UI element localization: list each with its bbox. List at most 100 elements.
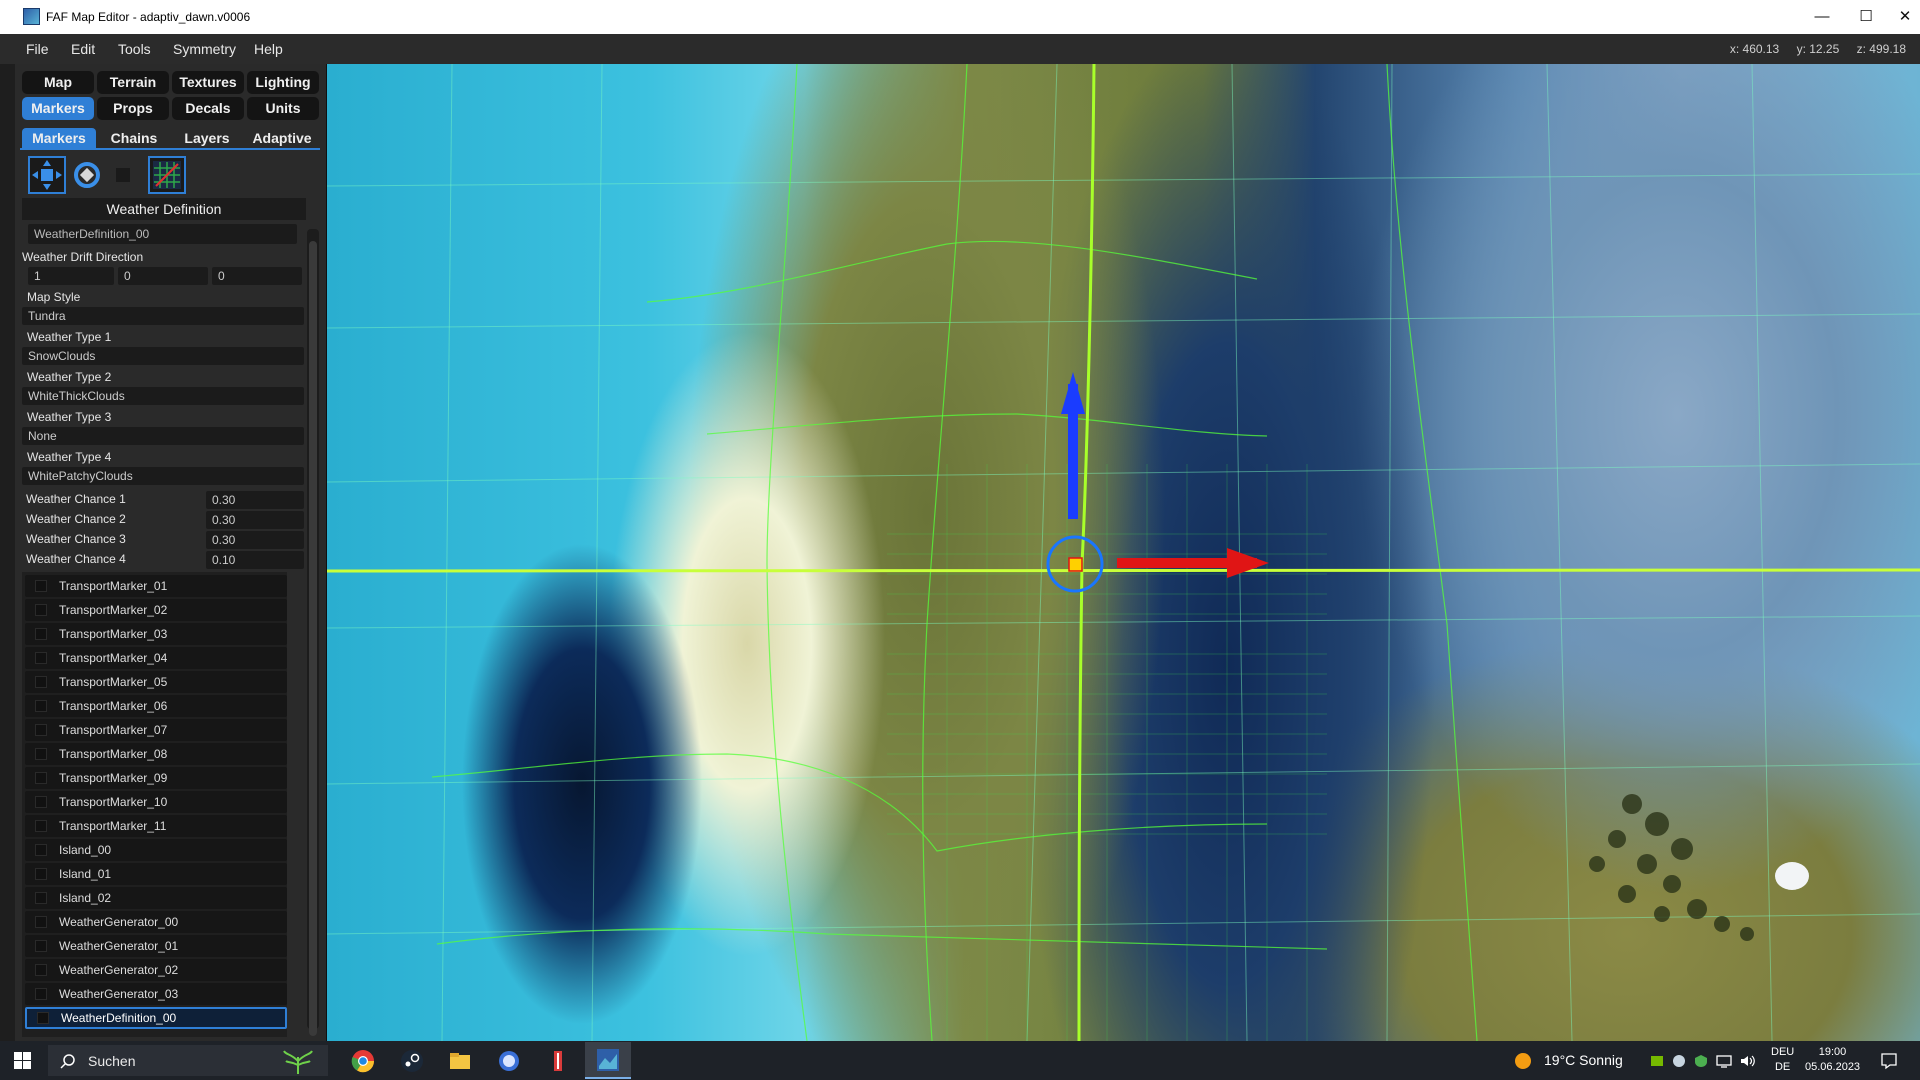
- panel-scrollbar[interactable]: [307, 229, 319, 1036]
- list-item[interactable]: TransportMarker_07: [25, 719, 287, 741]
- steam-icon[interactable]: [400, 1049, 424, 1073]
- list-item[interactable]: WeatherGenerator_00: [25, 911, 287, 933]
- subtab-markers[interactable]: Markers: [22, 128, 96, 148]
- visibility-checkbox[interactable]: [35, 724, 47, 736]
- app-circle-icon[interactable]: [497, 1049, 521, 1073]
- selected-marker[interactable]: [1068, 557, 1083, 572]
- grid-snap-button[interactable]: [148, 156, 186, 194]
- nvidia-icon[interactable]: [1650, 1054, 1664, 1068]
- network-icon[interactable]: [1716, 1054, 1732, 1068]
- weather-type-2-label: Weather Type 2: [27, 370, 112, 384]
- faf-editor-taskbar-button[interactable]: [585, 1042, 631, 1079]
- visibility-checkbox[interactable]: [35, 820, 47, 832]
- visibility-checkbox[interactable]: [37, 1012, 49, 1024]
- rotate-tool-button[interactable]: [68, 156, 106, 194]
- windows-start-icon[interactable]: [14, 1052, 31, 1069]
- move-tool-button[interactable]: [28, 156, 66, 194]
- menu-tools[interactable]: Tools: [118, 41, 151, 57]
- visibility-checkbox[interactable]: [35, 940, 47, 952]
- notification-icon[interactable]: [1880, 1052, 1898, 1070]
- weather-generator-sphere[interactable]: [1775, 862, 1809, 890]
- visibility-checkbox[interactable]: [35, 892, 47, 904]
- security-tray-icon[interactable]: [1694, 1054, 1708, 1068]
- tab-map[interactable]: Map: [22, 71, 94, 94]
- scale-tool-button[interactable]: [108, 156, 146, 194]
- list-item[interactable]: TransportMarker_01: [25, 575, 287, 597]
- tab-props[interactable]: Props: [97, 97, 169, 120]
- weather-type-4-select[interactable]: WhitePatchyClouds: [22, 467, 304, 485]
- weather-chance-4-field[interactable]: 0.10: [206, 551, 304, 569]
- drift-y-field[interactable]: 0: [118, 267, 208, 285]
- taskbar-search[interactable]: Suchen: [48, 1045, 328, 1076]
- weather-type-1-select[interactable]: SnowClouds: [22, 347, 304, 365]
- list-item[interactable]: WeatherGenerator_01: [25, 935, 287, 957]
- visibility-checkbox[interactable]: [35, 868, 47, 880]
- close-button[interactable]: ✕: [1890, 4, 1920, 30]
- list-item[interactable]: TransportMarker_09: [25, 767, 287, 789]
- tab-markers[interactable]: Markers: [22, 97, 94, 120]
- list-item[interactable]: TransportMarker_04: [25, 647, 287, 669]
- subtab-layers[interactable]: Layers: [170, 128, 244, 148]
- list-item[interactable]: WeatherGenerator_02: [25, 959, 287, 981]
- drift-z-field[interactable]: 0: [212, 267, 302, 285]
- list-item[interactable]: TransportMarker_02: [25, 599, 287, 621]
- tab-decals[interactable]: Decals: [172, 97, 244, 120]
- menu-edit[interactable]: Edit: [71, 41, 95, 57]
- list-item[interactable]: TransportMarker_03: [25, 623, 287, 645]
- list-item[interactable]: Island_02: [25, 887, 287, 909]
- chrome-icon[interactable]: [351, 1049, 375, 1073]
- weather-name-field[interactable]: WeatherDefinition_00: [28, 224, 297, 244]
- app-red-icon[interactable]: [546, 1049, 570, 1073]
- weather-chance-2-field[interactable]: 0.30: [206, 511, 304, 529]
- visibility-checkbox[interactable]: [35, 700, 47, 712]
- input-language[interactable]: DEU DE: [1771, 1045, 1794, 1075]
- list-item[interactable]: Island_01: [25, 863, 287, 885]
- visibility-checkbox[interactable]: [35, 964, 47, 976]
- menu-file[interactable]: File: [26, 41, 49, 57]
- visibility-checkbox[interactable]: [35, 676, 47, 688]
- weather-type-3-select[interactable]: None: [22, 427, 304, 445]
- weather-type-2-select[interactable]: WhiteThickClouds: [22, 387, 304, 405]
- steam-tray-icon[interactable]: [1672, 1054, 1686, 1068]
- weather-widget[interactable]: 19°C Sonnig: [1544, 1052, 1623, 1068]
- map-style-select[interactable]: Tundra: [22, 307, 304, 325]
- visibility-checkbox[interactable]: [35, 748, 47, 760]
- visibility-checkbox[interactable]: [35, 772, 47, 784]
- drift-x-field[interactable]: 1: [28, 267, 114, 285]
- weather-chance-3-field[interactable]: 0.30: [206, 531, 304, 549]
- visibility-checkbox[interactable]: [35, 580, 47, 592]
- visibility-checkbox[interactable]: [35, 988, 47, 1000]
- list-item-selected[interactable]: WeatherDefinition_00: [25, 1007, 287, 1029]
- weather-chance-1-field[interactable]: 0.30: [206, 491, 304, 509]
- list-item[interactable]: TransportMarker_05: [25, 671, 287, 693]
- visibility-checkbox[interactable]: [35, 604, 47, 616]
- maximize-button[interactable]: ☐: [1846, 4, 1886, 30]
- file-explorer-icon[interactable]: [448, 1049, 472, 1073]
- minimize-button[interactable]: —: [1802, 4, 1842, 30]
- tab-terrain[interactable]: Terrain: [97, 71, 169, 94]
- tab-units[interactable]: Units: [247, 97, 319, 120]
- y-axis-arrow[interactable]: [1061, 372, 1085, 519]
- list-item[interactable]: TransportMarker_11: [25, 815, 287, 837]
- visibility-checkbox[interactable]: [35, 916, 47, 928]
- taskbar-clock[interactable]: 19:00 05.06.2023: [1805, 1045, 1860, 1075]
- map-viewport[interactable]: [327, 64, 1920, 1041]
- list-item[interactable]: TransportMarker_08: [25, 743, 287, 765]
- visibility-checkbox[interactable]: [35, 652, 47, 664]
- tab-textures[interactable]: Textures: [172, 71, 244, 94]
- volume-icon[interactable]: [1740, 1054, 1756, 1068]
- scrollbar-thumb[interactable]: [309, 241, 317, 1036]
- menu-symmetry[interactable]: Symmetry: [173, 41, 236, 57]
- visibility-checkbox[interactable]: [35, 628, 47, 640]
- list-item[interactable]: WeatherGenerator_03: [25, 983, 287, 1005]
- visibility-checkbox[interactable]: [35, 796, 47, 808]
- tab-lighting[interactable]: Lighting: [247, 71, 319, 94]
- list-item[interactable]: TransportMarker_10: [25, 791, 287, 813]
- subtab-adaptive[interactable]: Adaptive: [243, 128, 321, 148]
- list-item-label: Island_01: [59, 867, 112, 881]
- list-item[interactable]: TransportMarker_06: [25, 695, 287, 717]
- menu-help[interactable]: Help: [254, 41, 283, 57]
- visibility-checkbox[interactable]: [35, 844, 47, 856]
- list-item[interactable]: Island_00: [25, 839, 287, 861]
- subtab-chains[interactable]: Chains: [97, 128, 171, 148]
